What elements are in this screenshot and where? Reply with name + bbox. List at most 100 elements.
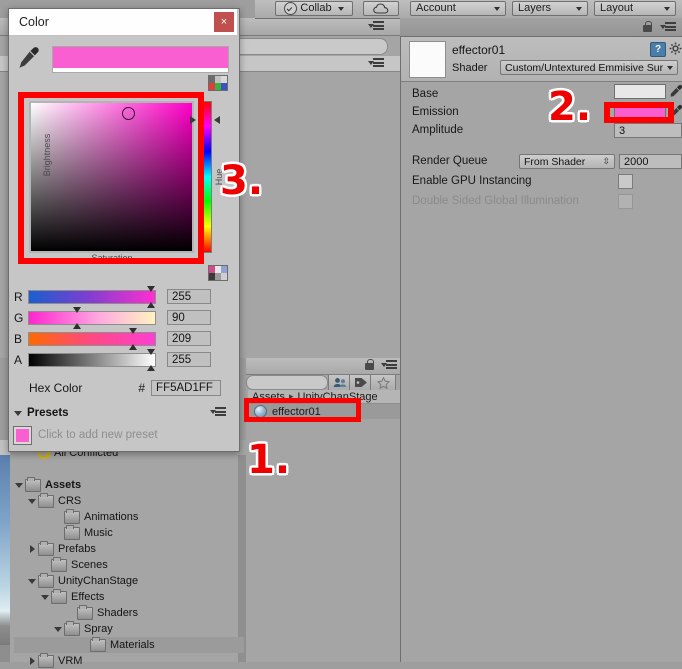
triangle-open-icon[interactable]: [27, 573, 38, 589]
slider-knob-icon[interactable]: [129, 327, 137, 334]
scene-view-sliver[interactable]: [0, 455, 10, 645]
preset-color-chip[interactable]: [13, 425, 32, 445]
people-filter-icon[interactable]: [328, 374, 351, 391]
channel-value-g[interactable]: 90: [167, 310, 211, 325]
gear-icon[interactable]: [669, 42, 682, 55]
tree-item-animations[interactable]: Animations: [14, 508, 244, 525]
tree-item-prefabs[interactable]: Prefabs: [14, 540, 244, 557]
channel-value-r[interactable]: 255: [167, 289, 211, 304]
slider-knob-icon[interactable]: [73, 306, 81, 313]
folder-icon: [64, 508, 80, 524]
channel-value-b[interactable]: 209: [167, 331, 211, 346]
cloud-services-button[interactable]: [363, 1, 399, 16]
base-color-field[interactable]: [614, 84, 666, 99]
channel-label-b: B: [14, 331, 23, 346]
double-sided-gi-label: Double Sided Global Illumination: [412, 195, 579, 207]
project-search-input[interactable]: [246, 375, 328, 390]
tree-item-label: Assets: [45, 479, 82, 491]
layers-button[interactable]: Layers: [512, 1, 588, 16]
slider-knob-icon[interactable]: [147, 364, 155, 371]
presets-header[interactable]: Presets: [14, 405, 226, 421]
eyedropper-icon[interactable]: [18, 46, 40, 70]
folder-icon: [77, 604, 93, 620]
collab-button[interactable]: Collab: [275, 1, 353, 16]
folder-icon: [64, 620, 80, 636]
base-color-swatch: [614, 84, 666, 99]
channel-slider-g[interactable]: [28, 306, 156, 329]
project-browser-header: [246, 358, 400, 375]
channel-slider-b[interactable]: [28, 327, 156, 350]
color-mode-toggle-icon[interactable]: [208, 75, 228, 91]
slider-knob-icon[interactable]: [129, 343, 137, 350]
favorite-star-icon[interactable]: [370, 374, 396, 391]
tree-item-label: VRM: [58, 655, 83, 667]
layout-label: Layout: [600, 2, 634, 14]
shader-value: Custom/Untextured Emmisive Sur: [505, 61, 664, 74]
subbar-menu-icon[interactable]: [368, 58, 384, 68]
inspector-lock-icon[interactable]: [643, 21, 652, 32]
project-tree: All Conflicted Assets CRS Animations Music Pr…: [14, 445, 244, 668]
tree-item-effects[interactable]: Effects: [14, 588, 244, 605]
project-menu-icon[interactable]: [381, 360, 397, 370]
close-icon[interactable]: ×: [214, 12, 234, 32]
account-button[interactable]: Account: [410, 1, 506, 16]
triangle-open-icon[interactable]: [27, 493, 38, 509]
add-preset-label: Click to add new preset: [38, 429, 158, 441]
hex-color-input[interactable]: FF5AD1FF: [151, 380, 222, 396]
channel-row-r: R 255: [14, 285, 224, 308]
hdr-mode-toggle-icon[interactable]: [208, 265, 228, 281]
project-lock-icon[interactable]: [365, 359, 374, 370]
amplitude-input[interactable]: 3: [614, 123, 682, 138]
slider-knob-icon[interactable]: [147, 301, 155, 308]
tree-item-music[interactable]: Music: [14, 524, 244, 541]
gpu-instancing-checkbox[interactable]: [618, 174, 633, 189]
tree-item-materials[interactable]: Materials: [14, 636, 244, 653]
panel-menu-icon[interactable]: [368, 21, 384, 31]
current-color-swatch[interactable]: [52, 46, 229, 70]
hex-hash-symbol: #: [138, 381, 146, 395]
tree-item-unitychanstage[interactable]: UnityChanStage: [14, 572, 244, 589]
triangle-down-icon[interactable]: [14, 410, 22, 416]
tree-item-scenes[interactable]: Scenes: [14, 556, 244, 573]
channel-slider-a[interactable]: [28, 348, 156, 371]
slider-knob-icon[interactable]: [73, 322, 81, 329]
triangle-open-icon[interactable]: [53, 621, 64, 637]
tree-item-shaders[interactable]: Shaders: [14, 604, 244, 621]
presets-label: Presets: [27, 407, 69, 419]
tree-item-crs[interactable]: CRS: [14, 492, 244, 509]
help-book-icon[interactable]: ?: [650, 42, 666, 57]
tree-twirl-spacer: [53, 525, 64, 541]
channel-value-a[interactable]: 255: [167, 352, 211, 367]
inspector-menu-icon[interactable]: [660, 22, 676, 32]
triangle-closed-icon[interactable]: [27, 541, 38, 557]
shader-dropdown[interactable]: Custom/Untextured Emmisive Sur: [500, 60, 678, 75]
hex-color-label: Hex Color: [29, 381, 83, 395]
slider-knob-icon[interactable]: [147, 348, 155, 355]
render-queue-dropdown[interactable]: From Shader ⇳: [519, 154, 615, 169]
triangle-closed-icon[interactable]: [27, 653, 38, 669]
channel-slider-r[interactable]: [28, 285, 156, 308]
slider-knob-icon[interactable]: [147, 285, 155, 292]
tree-item-vrm[interactable]: VRM: [14, 652, 244, 669]
annotation-box-2: [604, 102, 674, 123]
add-preset-row[interactable]: Click to add new preset: [13, 425, 226, 445]
tree-item-label: Music: [84, 527, 113, 539]
folder-icon: [90, 636, 106, 652]
material-preview-thumbnail[interactable]: [409, 41, 446, 78]
base-eyedropper-icon[interactable]: [669, 84, 682, 98]
layout-button[interactable]: Layout: [594, 1, 676, 16]
color-window-title: Color: [19, 15, 49, 29]
folder-icon: [25, 476, 41, 492]
triangle-open-icon[interactable]: [14, 477, 25, 493]
render-queue-value[interactable]: 2000: [619, 154, 682, 169]
tree-item-spray[interactable]: Spray: [14, 620, 244, 637]
color-window-titlebar[interactable]: Color: [9, 9, 237, 36]
scene-view-bottom-edge: [0, 645, 10, 662]
tag-filter-icon[interactable]: [349, 374, 372, 391]
presets-menu-icon[interactable]: [210, 407, 226, 417]
render-queue-mode: From Shader: [524, 155, 586, 168]
triangle-open-icon[interactable]: [40, 589, 51, 605]
tree-twirl-spacer: [79, 637, 90, 653]
tree-item-assets[interactable]: Assets: [14, 476, 244, 493]
property-label-amplitude: Amplitude: [412, 124, 464, 136]
